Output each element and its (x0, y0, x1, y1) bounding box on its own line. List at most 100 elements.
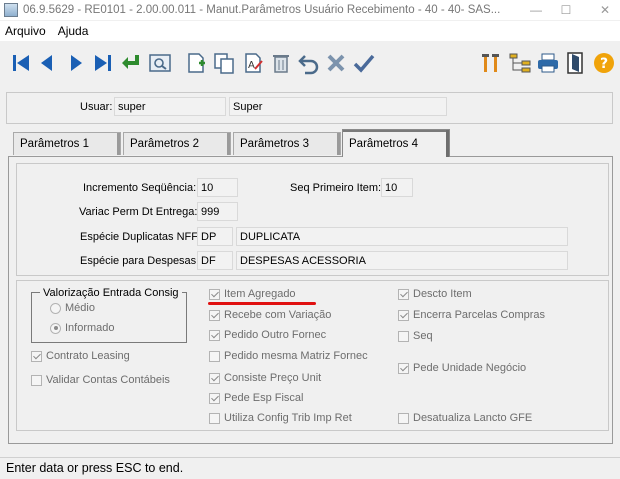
checkbox-box[interactable] (209, 350, 220, 362)
user-label: Usuar: (80, 101, 113, 113)
checkbox-label: Utiliza Config Trib Imp Ret (224, 412, 352, 424)
previous-record-icon[interactable] (34, 50, 60, 76)
tab-parametros-2[interactable]: Parâmetros 2 (123, 132, 231, 155)
especie-desp-label: Espécie para Despesas: (80, 255, 200, 267)
especie-dup-code-field[interactable]: DP (197, 227, 233, 246)
checkbox-label: Pede Esp Fiscal (224, 392, 304, 404)
user-code-field[interactable]: super (114, 97, 226, 116)
save-icon[interactable] (351, 50, 377, 76)
menu-ajuda[interactable]: Ajuda (52, 24, 95, 38)
checkbox-box[interactable] (209, 288, 220, 300)
tab-parametros-4[interactable]: Parâmetros 4 (342, 129, 450, 157)
copy-record-icon[interactable] (211, 50, 237, 76)
seq-primeiro-field[interactable]: 10 (381, 178, 413, 197)
checkbox-label: Seq (413, 330, 433, 342)
undo-icon[interactable] (296, 50, 322, 76)
next-record-icon[interactable] (63, 50, 89, 76)
checkbox-utiliza-config-trib[interactable]: Utiliza Config Trib Imp Ret (209, 412, 352, 424)
incremento-label: Incremento Seqüência: (83, 182, 197, 194)
menu-bar: Arquivo Ajuda (0, 21, 620, 41)
maximize-button[interactable]: ☐ (551, 0, 581, 20)
valorizacao-group (31, 292, 187, 343)
tab-parametros-3[interactable]: Parâmetros 3 (233, 132, 341, 155)
checkbox-box[interactable] (398, 288, 409, 300)
checkbox-box[interactable] (31, 374, 42, 386)
checkbox-seq[interactable]: Seq (398, 330, 433, 342)
checkbox-pedido-outro-fornec[interactable]: Pedido Outro Fornec (209, 329, 326, 341)
first-record-icon[interactable] (8, 50, 34, 76)
checkbox-box[interactable] (209, 392, 220, 404)
help-icon[interactable]: ? (591, 50, 617, 76)
radio-informado-label: Informado (65, 322, 115, 334)
checkbox-box[interactable] (209, 372, 220, 384)
checkbox-validar-contas[interactable]: Validar Contas Contábeis (31, 374, 170, 386)
checkbox-item-agregado[interactable]: Item Agregado (209, 288, 296, 300)
checkbox-box[interactable] (398, 412, 409, 424)
checkbox-label: Item Agregado (224, 288, 296, 300)
especie-dup-desc-field: DUPLICATA (236, 227, 568, 246)
incremento-field[interactable]: 10 (197, 178, 238, 197)
print-icon[interactable] (535, 50, 561, 76)
tree-icon[interactable] (507, 50, 533, 76)
checkbox-pede-esp-fiscal[interactable]: Pede Esp Fiscal (209, 392, 303, 404)
variac-label: Variac Perm Dt Entrega: (79, 206, 198, 218)
menu-arquivo[interactable]: Arquivo (0, 24, 52, 38)
seq-primeiro-label: Seq Primeiro Item: (290, 182, 382, 194)
checkbox-label: Recebe com Variação (224, 309, 332, 321)
status-bar: Enter data or press ESC to end. (0, 457, 620, 479)
last-record-icon[interactable] (90, 50, 116, 76)
user-name-field: Super (229, 97, 447, 116)
checkbox-recebe-variacao[interactable]: Recebe com Variação (209, 309, 331, 321)
cancel-icon[interactable] (323, 50, 349, 76)
svg-text:?: ? (600, 56, 608, 72)
app-icon (4, 3, 18, 17)
checkbox-label: Descto Item (413, 288, 472, 300)
checkbox-pedido-mesma-matriz[interactable]: Pedido mesma Matriz Fornec (209, 350, 368, 362)
especie-desp-desc-field: DESPESAS ACESSORIA (236, 251, 568, 270)
checkbox-label: Validar Contas Contábeis (46, 374, 170, 386)
checkbox-box[interactable] (209, 329, 220, 341)
checkbox-consiste-preco[interactable]: Consiste Preço Unit (209, 372, 321, 384)
checkbox-contrato-leasing[interactable]: Contrato Leasing (31, 350, 130, 362)
window-title: 06.9.5629 - RE0101 - 2.00.00.011 - Manut… (23, 4, 501, 16)
search-icon[interactable] (147, 50, 173, 76)
highlight-underline (208, 302, 316, 305)
checkbox-desatualiza-lancto[interactable]: Desatualiza Lancto GFE (398, 412, 532, 424)
goto-icon[interactable] (118, 50, 144, 76)
checkbox-box[interactable] (398, 309, 409, 321)
checkbox-box[interactable] (209, 412, 220, 424)
checkbox-label: Desatualiza Lancto GFE (413, 412, 533, 424)
checkbox-box[interactable] (31, 350, 42, 362)
checkbox-encerra-parcelas[interactable]: Encerra Parcelas Compras (398, 309, 545, 321)
checkbox-label: Encerra Parcelas Compras (413, 309, 546, 321)
checkbox-descto-item[interactable]: Descto Item (398, 288, 472, 300)
especie-dup-label: Espécie Duplicatas NFF: (80, 231, 202, 243)
radio-medio[interactable]: Médio (50, 302, 95, 314)
delete-record-icon[interactable] (268, 50, 294, 76)
checkbox-label: Pedido Outro Fornec (224, 329, 327, 341)
toolbar: A ? (0, 43, 620, 83)
tools-icon[interactable] (478, 50, 504, 76)
radio-medio-label: Médio (65, 302, 95, 314)
especie-desp-code-field[interactable]: DF (197, 251, 233, 270)
checkbox-label: Consiste Preço Unit (224, 372, 322, 384)
checkbox-label: Contrato Leasing (46, 350, 130, 362)
exit-icon[interactable] (563, 50, 589, 76)
close-button[interactable]: ✕ (590, 0, 620, 20)
new-record-icon[interactable] (183, 50, 209, 76)
checkbox-label: Pede Unidade Negócio (413, 362, 527, 374)
minimize-button[interactable]: — (521, 0, 551, 20)
radio-informado[interactable]: Informado (50, 322, 115, 334)
svg-text:A: A (248, 60, 255, 71)
checkbox-pede-unidade-negocio[interactable]: Pede Unidade Negócio (398, 362, 526, 374)
checkbox-box[interactable] (398, 330, 409, 342)
checkbox-box[interactable] (398, 362, 409, 374)
checkbox-box[interactable] (209, 309, 220, 321)
edit-record-icon[interactable]: A (240, 50, 266, 76)
checkbox-label: Pedido mesma Matriz Fornec (224, 350, 368, 362)
valorizacao-title: Valorização Entrada Consig (40, 287, 182, 299)
radio-circle[interactable] (50, 302, 61, 314)
variac-field[interactable]: 999 (197, 202, 238, 221)
tab-parametros-1[interactable]: Parâmetros 1 (13, 132, 121, 155)
radio-circle[interactable] (50, 322, 61, 334)
